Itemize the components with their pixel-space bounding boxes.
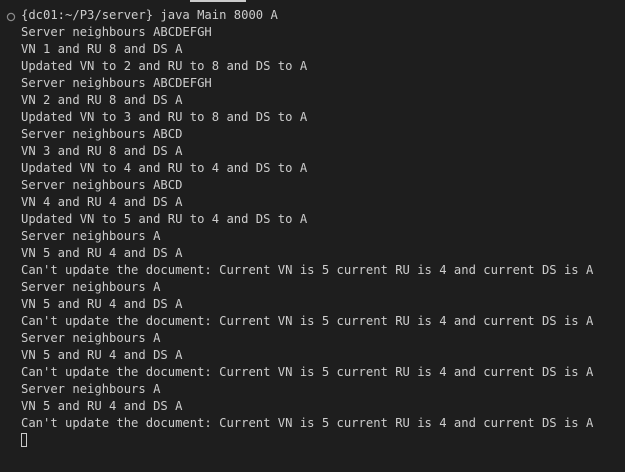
circle-outline-icon <box>6 12 16 22</box>
output-line: Can't update the document: Current VN is… <box>21 314 594 328</box>
output-line: Updated VN to 2 and RU to 8 and DS to A <box>21 59 308 73</box>
output-line: Can't update the document: Current VN is… <box>21 365 594 379</box>
output-line: Server neighbours ABCDEFGH <box>21 25 212 39</box>
output-line: VN 5 and RU 4 and DS A <box>21 297 183 311</box>
output-line: VN 3 and RU 8 and DS A <box>21 144 183 158</box>
output-line: Can't update the document: Current VN is… <box>21 263 594 277</box>
output-line: Can't update the document: Current VN is… <box>21 416 594 430</box>
output-line: Updated VN to 4 and RU to 4 and DS to A <box>21 161 308 175</box>
output-line: VN 2 and RU 8 and DS A <box>21 93 183 107</box>
output-line: Server neighbours ABCD <box>21 127 183 141</box>
output-line: Server neighbours A <box>21 382 161 396</box>
terminal-panel[interactable]: {dc01:~/P3/server} java Main 8000 A Serv… <box>0 0 625 472</box>
output-line: VN 4 and RU 4 and DS A <box>21 195 183 209</box>
output-line: Server neighbours A <box>21 229 161 243</box>
output-line: VN 5 and RU 4 and DS A <box>21 348 183 362</box>
output-line: Updated VN to 5 and RU to 4 and DS to A <box>21 212 308 226</box>
active-tab-indicator <box>190 0 246 2</box>
terminal-output: {dc01:~/P3/server} java Main 8000 A Serv… <box>21 7 593 432</box>
output-line: Updated VN to 3 and RU to 8 and DS to A <box>21 110 308 124</box>
output-line: Server neighbours A <box>21 331 161 345</box>
output-line: Server neighbours A <box>21 280 161 294</box>
command-line: {dc01:~/P3/server} java Main 8000 A <box>21 8 278 22</box>
output-line: VN 1 and RU 8 and DS A <box>21 42 183 56</box>
output-line: Server neighbours ABCDEFGH <box>21 76 212 90</box>
output-line: Server neighbours ABCD <box>21 178 183 192</box>
output-line: VN 5 and RU 4 and DS A <box>21 246 183 260</box>
terminal-cursor[interactable] <box>21 433 27 447</box>
output-line: VN 5 and RU 4 and DS A <box>21 399 183 413</box>
